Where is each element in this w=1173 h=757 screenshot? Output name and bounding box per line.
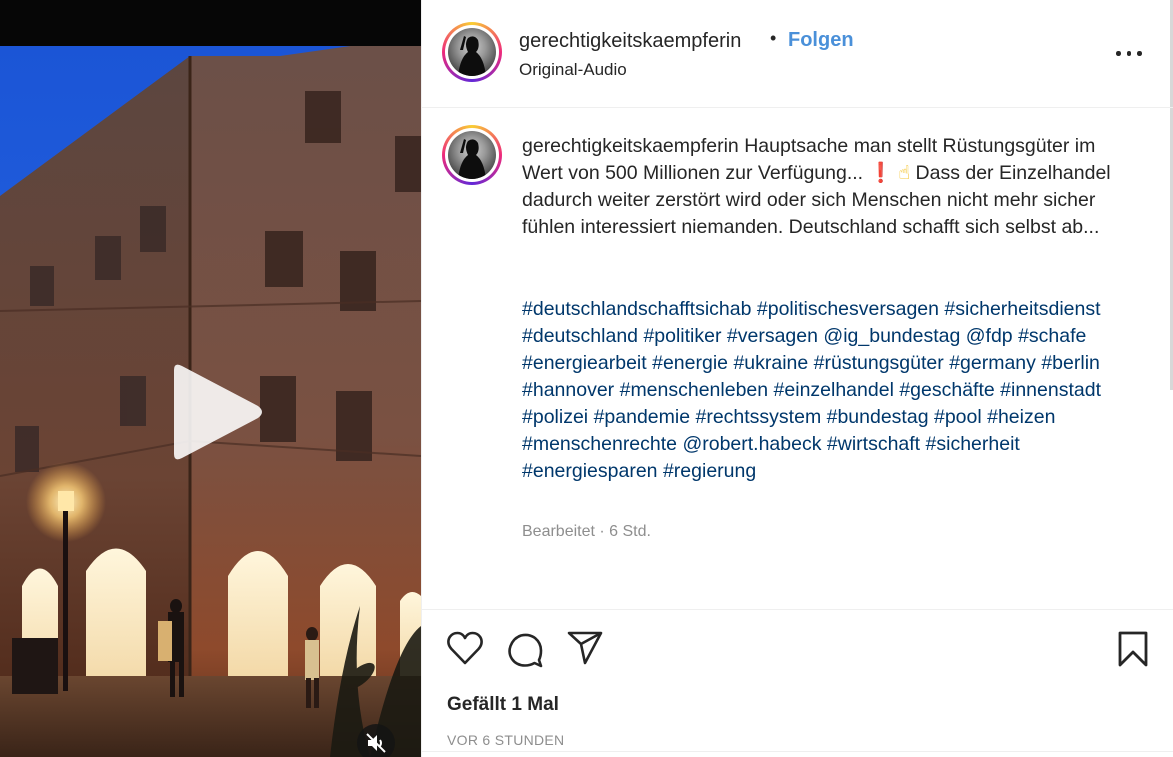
hashtag-link[interactable]: #germany	[949, 352, 1036, 374]
profile-silhouette-icon	[458, 36, 486, 76]
post-panel: gerechtigkeitskaempferin • Folgen Origin…	[421, 0, 1173, 757]
divider	[422, 751, 1173, 752]
post-timestamp[interactable]: VOR 6 STUNDEN	[447, 732, 564, 748]
hashtag-link[interactable]: #pool	[934, 406, 982, 428]
hashtag-link[interactable]: #sicherheit	[926, 433, 1020, 455]
mute-button[interactable]	[357, 724, 395, 757]
hashtag-link[interactable]: #hannover	[522, 379, 614, 401]
hashtag-link[interactable]: #energie	[652, 352, 728, 374]
hashtag-list: #deutschlandschafftsichab #politischesve…	[522, 296, 1142, 485]
comment-icon	[508, 633, 543, 668]
follow-button[interactable]: Folgen	[788, 29, 854, 52]
hashtag-link[interactable]: #ukraine	[733, 352, 808, 374]
hashtag-link[interactable]: @fdp	[966, 325, 1013, 347]
hashtag-link[interactable]: #heizen	[987, 406, 1055, 428]
speaker-muted-icon	[366, 733, 386, 753]
share-button[interactable]	[566, 630, 604, 666]
profile-silhouette-icon	[458, 139, 486, 179]
post-header: gerechtigkeitskaempferin • Folgen Origin…	[422, 0, 1173, 108]
avatar-image	[448, 131, 496, 179]
audio-link[interactable]: Original-Audio	[519, 60, 627, 80]
more-horizontal-icon	[1116, 51, 1121, 56]
hashtag-link[interactable]: #versagen	[727, 325, 818, 347]
hashtag-link[interactable]: #regierung	[663, 460, 756, 482]
video-player[interactable]	[0, 0, 421, 757]
hashtag-link[interactable]: #sicherheitsdienst	[944, 298, 1100, 320]
hashtag-link[interactable]: #politiker	[643, 325, 721, 347]
hashtag-link[interactable]: #menschenrechte	[522, 433, 677, 455]
caption-username[interactable]: gerechtigkeitskaempferin	[522, 135, 739, 157]
hashtag-link[interactable]: #energiesparen	[522, 460, 658, 482]
hashtag-link[interactable]: @ig_bundestag	[823, 325, 960, 347]
play-icon	[174, 364, 262, 460]
hashtag-link[interactable]: #berlin	[1041, 352, 1100, 374]
hashtag-link[interactable]: #deutschland	[522, 325, 638, 347]
hashtag-link[interactable]: #geschäfte	[899, 379, 994, 401]
hashtag-link[interactable]: #innenstadt	[1000, 379, 1101, 401]
more-options-button[interactable]	[1115, 43, 1143, 63]
avatar-image	[448, 28, 496, 76]
caption-avatar[interactable]	[442, 125, 502, 185]
hashtag-link[interactable]: @robert.habeck	[682, 433, 821, 455]
hashtag-link[interactable]: #schafe	[1018, 325, 1086, 347]
pointing-up-emoji-icon: ☝	[898, 162, 911, 184]
hashtag-link[interactable]: #deutschlandschafftsichab	[522, 298, 751, 320]
separator-dot: •	[770, 28, 777, 48]
hashtag-link[interactable]: #rüstungsgüter	[814, 352, 944, 374]
video-letterbox	[0, 0, 421, 46]
hashtag-link[interactable]: #rechtssystem	[695, 406, 821, 428]
comment-button[interactable]	[506, 630, 544, 668]
paper-plane-icon	[567, 631, 603, 665]
heart-icon	[447, 631, 483, 665]
save-button[interactable]	[1116, 630, 1150, 668]
play-button[interactable]	[166, 360, 266, 464]
bookmark-icon	[1118, 631, 1148, 667]
hashtag-link[interactable]: #politischesversagen	[757, 298, 939, 320]
exclamation-emoji-icon: ❗	[868, 162, 893, 184]
divider	[422, 609, 1173, 610]
avatar[interactable]	[442, 22, 502, 82]
header-username[interactable]: gerechtigkeitskaempferin	[519, 30, 741, 53]
hashtag-link[interactable]: #wirtschaft	[827, 433, 920, 455]
hashtag-link[interactable]: #bundestag	[827, 406, 929, 428]
hashtag-link[interactable]: #pandemie	[594, 406, 691, 428]
hashtag-link[interactable]: #menschenleben	[620, 379, 769, 401]
hashtag-link[interactable]: #energiearbeit	[522, 352, 647, 374]
edited-label: Bearbeitet · 6 Std.	[522, 523, 651, 540]
likes-count[interactable]: Gefällt 1 Mal	[447, 694, 559, 716]
caption-text: gerechtigkeitskaempferin Hauptsache man …	[522, 133, 1132, 241]
like-button[interactable]	[446, 630, 484, 666]
hashtag-link[interactable]: #polizei	[522, 406, 588, 428]
hashtag-link[interactable]: #einzelhandel	[774, 379, 894, 401]
